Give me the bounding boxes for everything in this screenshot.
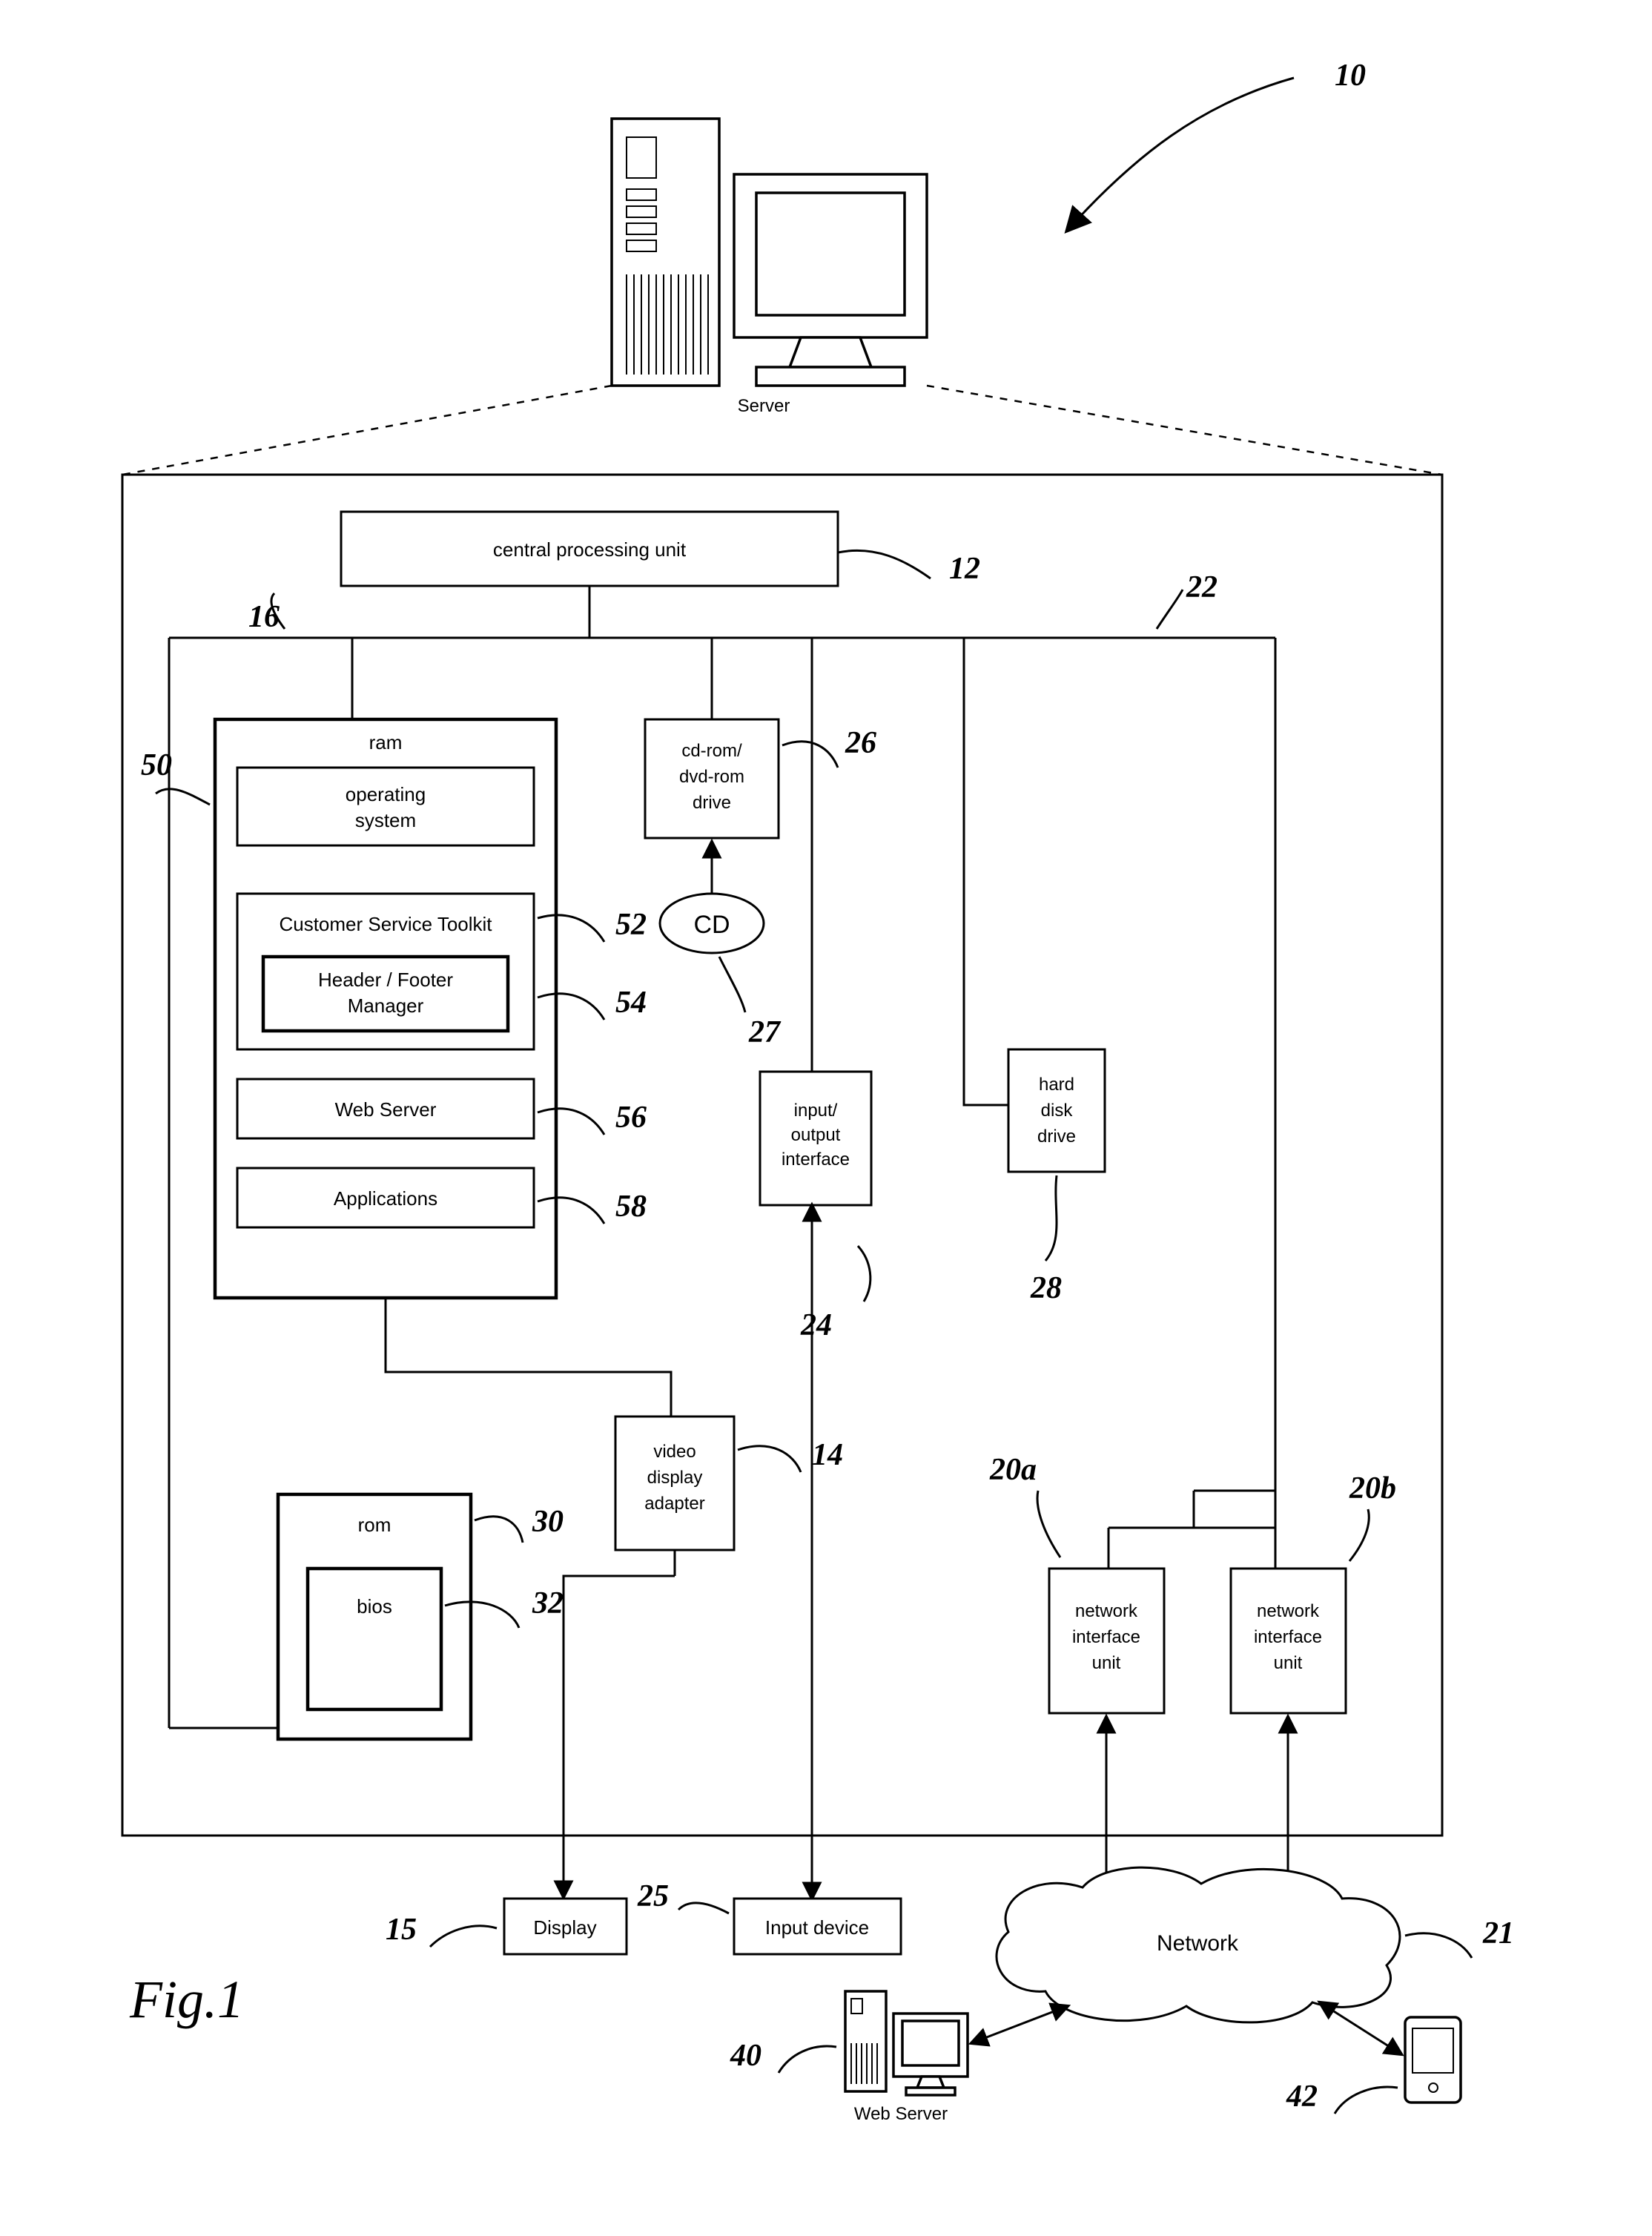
ref-22: 22 <box>1186 570 1217 604</box>
bios-block <box>308 1569 441 1709</box>
niu-a1: network <box>1075 1601 1138 1621</box>
io1: input/ <box>794 1101 838 1121</box>
hdd3: drive <box>1037 1127 1076 1147</box>
lead-25 <box>678 1903 729 1913</box>
figure-label: Fig.1 <box>129 1970 244 2029</box>
niu-b2: interface <box>1254 1627 1322 1647</box>
hfm-block <box>263 957 508 1031</box>
io3: interface <box>782 1150 850 1170</box>
os-label1: operating <box>346 783 426 805</box>
diagram: Server 10 central processing unit 12 16 … <box>0 0 1652 2236</box>
bios-label: bios <box>357 1595 392 1617</box>
ref-30: 30 <box>532 1505 564 1539</box>
lead-42 <box>1335 2087 1398 2114</box>
niu-a2: interface <box>1072 1627 1140 1647</box>
cd2: dvd-rom <box>679 767 744 787</box>
cd-disc-label: CD <box>693 911 730 939</box>
ref-14: 14 <box>812 1438 843 1472</box>
ref-28: 28 <box>1030 1271 1062 1305</box>
server-icon <box>612 119 927 386</box>
ref-24: 24 <box>800 1308 832 1342</box>
hdd1: hard <box>1039 1075 1074 1095</box>
vda3: adapter <box>644 1494 704 1514</box>
niu-a3: unit <box>1092 1653 1121 1673</box>
ref-56: 56 <box>615 1101 647 1135</box>
rom-label: rom <box>358 1514 391 1536</box>
ref-10: 10 <box>1335 59 1366 93</box>
server-caption: Server <box>738 396 790 416</box>
ref-20a: 20a <box>989 1453 1037 1487</box>
ref-25: 25 <box>637 1879 669 1913</box>
ref-21: 21 <box>1482 1916 1514 1950</box>
ref-40: 40 <box>730 2039 761 2073</box>
cd1: cd-rom/ <box>681 741 742 761</box>
ref-50: 50 <box>141 748 172 782</box>
ref-42: 42 <box>1286 2080 1318 2114</box>
ram-label: ram <box>369 731 403 753</box>
ref-54: 54 <box>615 986 647 1020</box>
ref-16: 16 <box>248 600 280 634</box>
os-label2: system <box>355 809 416 831</box>
projection-right <box>927 386 1442 475</box>
io2: output <box>791 1125 841 1145</box>
projection-left <box>122 386 612 475</box>
os-block <box>237 768 534 845</box>
niu-b3: unit <box>1274 1653 1303 1673</box>
cpu-label: central processing unit <box>493 538 687 561</box>
ref-27: 27 <box>748 1015 782 1049</box>
display-label: Display <box>533 1916 596 1939</box>
lead-15 <box>430 1926 497 1947</box>
vda1: video <box>653 1442 696 1462</box>
lead-21 <box>1405 1933 1472 1958</box>
ref-15: 15 <box>386 1913 417 1947</box>
lead-40 <box>779 2046 836 2073</box>
ws-label: Web Server <box>335 1098 437 1121</box>
ref-32: 32 <box>532 1586 564 1620</box>
hdd2: disk <box>1041 1101 1074 1121</box>
cst-label: Customer Service Toolkit <box>279 913 492 935</box>
ref-26: 26 <box>845 726 876 760</box>
cd3: drive <box>693 793 731 813</box>
hfm-label1: Header / Footer <box>318 969 453 991</box>
pda-icon <box>1405 2017 1461 2103</box>
apps-label: Applications <box>334 1187 437 1210</box>
ref-12: 12 <box>949 552 980 586</box>
network-to-pda <box>1320 2002 1401 2054</box>
vda2: display <box>647 1468 703 1488</box>
lead-10 <box>1068 78 1294 230</box>
hfm-label2: Manager <box>348 995 424 1017</box>
webserver-to-network <box>971 2006 1068 2043</box>
network-label: Network <box>1157 1931 1239 1956</box>
ref-58: 58 <box>615 1190 647 1224</box>
ref-20b: 20b <box>1349 1471 1396 1505</box>
web-server-caption: Web Server <box>854 2104 948 2124</box>
ref-52: 52 <box>615 908 647 942</box>
niu-b1: network <box>1257 1601 1320 1621</box>
input-device-label: Input device <box>765 1916 869 1939</box>
web-server-icon <box>845 1991 968 2095</box>
